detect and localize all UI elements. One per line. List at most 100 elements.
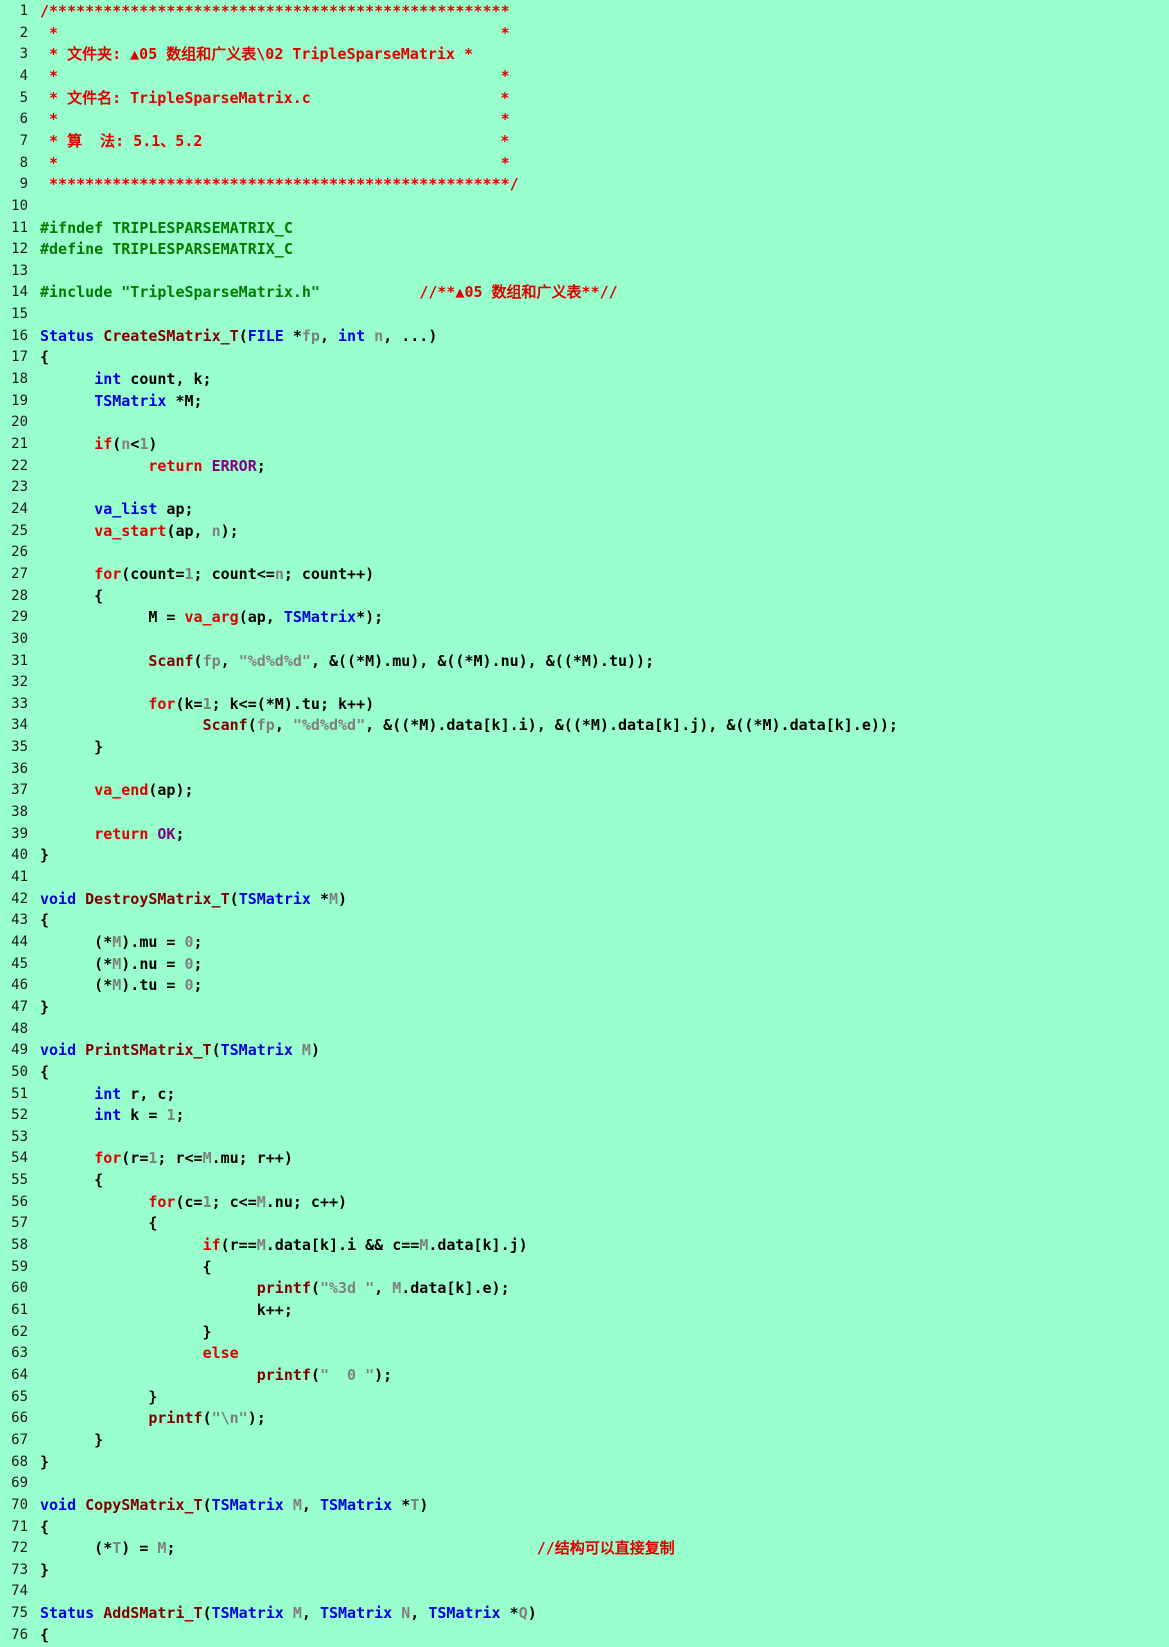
code-line[interactable]: 4 * * [0, 66, 1169, 87]
code-editor[interactable]: 1 /**************************************… [0, 0, 1169, 1647]
code-line[interactable]: 73} [0, 1560, 1169, 1581]
code-line[interactable]: 48 [0, 1019, 1169, 1040]
code-token: 0 [184, 932, 194, 951]
code-line[interactable]: 70 void CopySMatrix_T(TSMatrix M, TSMatri… [0, 1495, 1169, 1516]
code-line[interactable]: 19 TSMatrix *M; [0, 391, 1169, 412]
code-line[interactable]: 24 va_list ap; [0, 499, 1169, 520]
code-line[interactable]: 9 **************************************… [0, 174, 1169, 195]
code-line[interactable]: 72 (*T) = M; //结构可以直接复制 [0, 1538, 1169, 1559]
code-line[interactable]: 46 (*M).tu = 0; [0, 975, 1169, 996]
code-line[interactable]: 67 } [0, 1430, 1169, 1451]
code-line[interactable]: 22 return ERROR; [0, 456, 1169, 477]
code-line[interactable]: 62 } [0, 1322, 1169, 1343]
code-line[interactable]: 42 void DestroySMatrix_T(TSMatrix *M) [0, 889, 1169, 910]
line-number: 63 [11, 1345, 28, 1362]
code-line[interactable]: 15 [0, 304, 1169, 325]
code-line[interactable]: 68} [0, 1452, 1169, 1473]
code-line[interactable]: 76 { [0, 1625, 1169, 1646]
code-token: TSMatrix [94, 391, 167, 410]
code-line[interactable]: 28 { [0, 586, 1169, 607]
code-token: ap; [157, 499, 194, 518]
code-line[interactable]: 54 for(r=1; r<=M.mu; r++) [0, 1148, 1169, 1169]
code-token: ( [202, 1495, 212, 1514]
code-line[interactable]: 29 M = va_arg(ap, TSMatrix*); [0, 607, 1169, 628]
code-token: M [292, 1604, 302, 1623]
code-line[interactable]: 44 (*M).mu = 0; [0, 932, 1169, 953]
code-line[interactable]: 3 * 文件夹: ▲05 数组和广义表\02 TripleSparseMatri… [0, 44, 1169, 65]
code-line[interactable]: 75 Status AddSMatri_T(TSMatrix M, TSMatri… [0, 1603, 1169, 1624]
code-token: Scanf [148, 651, 194, 670]
code-token: PrintSMatrix_T [85, 1041, 212, 1060]
code-line[interactable]: 20 [0, 412, 1169, 433]
code-line[interactable]: 65 } [0, 1387, 1169, 1408]
code-line[interactable]: 64 printf(" 0 "); [0, 1365, 1169, 1386]
code-line[interactable]: 27 for(count=1; count<=n; count++) [0, 564, 1169, 585]
code-token: for [94, 1149, 122, 1168]
code-line[interactable]: 71 { [0, 1517, 1169, 1538]
line-number: 22 [11, 457, 28, 474]
code-line[interactable]: 32 [0, 672, 1169, 693]
code-line[interactable]: 8 * * [0, 153, 1169, 174]
code-token: M [112, 954, 122, 973]
code-token: fp [202, 651, 221, 670]
code-line[interactable]: 39 return OK; [0, 824, 1169, 845]
code-line[interactable]: 12 #define TRIPLESPARSEMATRIX_C [0, 239, 1169, 260]
code-line[interactable]: 14 #include "TripleSparseMatrix.h" //**▲0… [0, 282, 1169, 303]
code-line[interactable]: 23 [0, 477, 1169, 498]
code-line[interactable]: 30 [0, 629, 1169, 650]
code-line[interactable]: 47} [0, 997, 1169, 1018]
code-line[interactable]: 56 for(c=1; c<=M.nu; c++) [0, 1192, 1169, 1213]
code-line[interactable]: 2 * * [0, 23, 1169, 44]
code-line[interactable]: 7 * 算 法: 5.1、5.2 * [0, 131, 1169, 152]
code-line[interactable]: 63 else [0, 1343, 1169, 1364]
code-line[interactable]: 60 printf("%3d ", M.data[k].e); [0, 1278, 1169, 1299]
code-line[interactable]: 49 void PrintSMatrix_T(TSMatrix M) [0, 1040, 1169, 1061]
code-line[interactable]: 10 [0, 196, 1169, 217]
code-line[interactable]: 40} [0, 845, 1169, 866]
code-line[interactable]: 35 } [0, 737, 1169, 758]
code-token: (r== [220, 1236, 257, 1255]
code-line[interactable]: 74 [0, 1581, 1169, 1602]
code-line[interactable]: 13 [0, 261, 1169, 282]
line-number: 26 [11, 544, 28, 561]
code-token: ( [229, 889, 239, 908]
code-line[interactable]: 21 if(n<1) [0, 434, 1169, 455]
code-line[interactable]: 66 printf("\n"); [0, 1408, 1169, 1429]
code-line[interactable]: 31 Scanf(fp, "%d%d%d", &((*M).mu), &((*M… [0, 651, 1169, 672]
code-line[interactable]: 41 [0, 867, 1169, 888]
code-line[interactable]: 37 va_end(ap); [0, 780, 1169, 801]
code-line[interactable]: 45 (*M).nu = 0; [0, 954, 1169, 975]
code-line[interactable]: 33 for(k=1; k<=(*M).tu; k++) [0, 694, 1169, 715]
code-line[interactable]: 16 Status CreateSMatrix_T(FILE *fp, int n… [0, 326, 1169, 347]
code-token: , [301, 1604, 320, 1623]
code-line[interactable]: 25 va_start(ap, n); [0, 521, 1169, 542]
code-line[interactable]: 6 * * [0, 109, 1169, 130]
code-text: else [40, 1343, 239, 1364]
code-text: #define TRIPLESPARSEMATRIX_C [40, 239, 293, 260]
code-line[interactable]: 5 * 文件名: TripleSparseMatrix.c * [0, 88, 1169, 109]
code-line[interactable]: 36 [0, 759, 1169, 780]
code-line[interactable]: 51 int r, c; [0, 1084, 1169, 1105]
code-text: void DestroySMatrix_T(TSMatrix *M) [40, 889, 347, 910]
code-line[interactable]: 38 [0, 802, 1169, 823]
code-line[interactable]: 50 { [0, 1062, 1169, 1083]
code-token: return [148, 456, 203, 475]
code-line[interactable]: 18 int count, k; [0, 369, 1169, 390]
code-line[interactable]: 52 int k = 1; [0, 1105, 1169, 1126]
code-line[interactable]: 59 { [0, 1257, 1169, 1278]
code-line[interactable]: 1 /**************************************… [0, 1, 1169, 22]
line-number: 27 [11, 565, 28, 582]
code-line[interactable]: 61 k++; [0, 1300, 1169, 1321]
code-line[interactable]: 26 [0, 542, 1169, 563]
code-line[interactable]: 57 { [0, 1213, 1169, 1234]
code-line[interactable]: 58 if(r==M.data[k].i && c==M.data[k].j) [0, 1235, 1169, 1256]
code-token: else [202, 1344, 239, 1363]
code-line[interactable]: 11 #ifndef TRIPLESPARSEMATRIX_C [0, 218, 1169, 239]
code-line[interactable]: 55 { [0, 1170, 1169, 1191]
code-line[interactable]: 69 [0, 1473, 1169, 1494]
code-line[interactable]: 17 { [0, 347, 1169, 368]
code-line[interactable]: 53 [0, 1127, 1169, 1148]
code-line[interactable]: 43 { [0, 910, 1169, 931]
code-line[interactable]: 34 Scanf(fp, "%d%d%d", &((*M).data[k].i)… [0, 715, 1169, 736]
